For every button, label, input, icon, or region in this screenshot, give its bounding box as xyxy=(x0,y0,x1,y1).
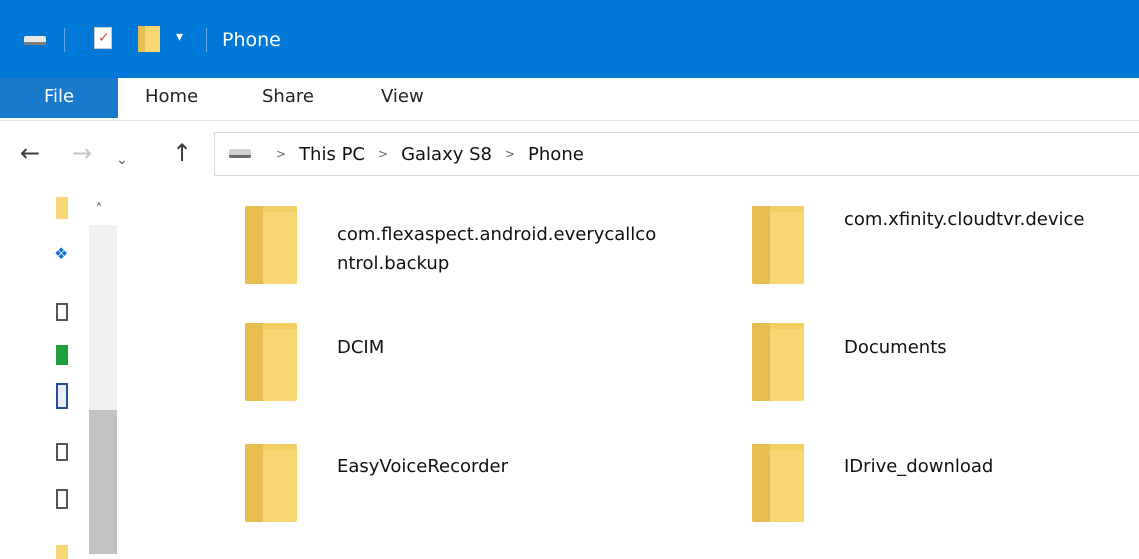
folder-name: com.flexaspect.android.everycallcontrol.… xyxy=(337,224,657,274)
folder-icon[interactable] xyxy=(56,197,68,219)
address-bar[interactable]: > This PC > Galaxy S8 > Phone xyxy=(214,132,1139,176)
list-item[interactable]: com.xfinity.cloudtvr.device xyxy=(752,206,1139,316)
title-bar: ▾ Phone xyxy=(0,0,1139,78)
folder-name: Documents xyxy=(844,337,947,358)
folder-icon xyxy=(245,444,297,522)
up-arrow-icon[interactable]: ↑ xyxy=(172,136,192,170)
image-file-icon[interactable] xyxy=(56,489,68,509)
folder-icon xyxy=(245,323,297,401)
breadcrumb: > This PC > Galaxy S8 > Phone xyxy=(263,133,584,175)
drive-icon[interactable] xyxy=(24,36,46,45)
tab-file[interactable]: File xyxy=(0,78,118,118)
navigation-bar: ← → ⌄ ↑ > This PC > Galaxy S8 > Phone xyxy=(0,121,1139,187)
list-item[interactable]: IDrive_download xyxy=(752,444,1139,554)
folder-icon xyxy=(752,206,804,284)
folder-icon xyxy=(245,206,297,284)
breadcrumb-this-pc[interactable]: This PC xyxy=(299,144,365,165)
folder-icon xyxy=(752,323,804,401)
qat-dropdown-icon[interactable]: ▾ xyxy=(176,27,183,47)
list-item[interactable]: DCIM xyxy=(245,323,725,433)
title-separator xyxy=(206,28,207,52)
qat-separator xyxy=(64,28,65,52)
recent-locations-chevron-icon[interactable]: ⌄ xyxy=(116,143,128,177)
tab-view[interactable]: View xyxy=(381,78,424,118)
dropbox-icon[interactable]: ❖ xyxy=(54,245,68,263)
window-title: Phone xyxy=(222,29,281,51)
drive-icon xyxy=(229,149,251,158)
properties-icon[interactable] xyxy=(94,27,112,49)
list-item[interactable]: Documents xyxy=(752,323,1139,433)
tab-share[interactable]: Share xyxy=(262,78,314,118)
document-icon[interactable] xyxy=(56,303,68,321)
folder-icon xyxy=(752,444,804,522)
folder-name: EasyVoiceRecorder xyxy=(337,456,508,477)
breadcrumb-galaxy-s8[interactable]: Galaxy S8 xyxy=(401,144,492,165)
scroll-up-icon[interactable]: ˄ xyxy=(90,203,108,217)
back-arrow-icon[interactable]: ← xyxy=(20,136,40,170)
folder-icon[interactable] xyxy=(56,545,68,559)
navigation-pane: ❖ ˄ xyxy=(0,187,118,559)
app-icon[interactable] xyxy=(56,345,68,365)
breadcrumb-separator-icon[interactable]: > xyxy=(378,147,388,161)
folder-name: IDrive_download xyxy=(844,456,994,477)
forward-arrow-icon[interactable]: → xyxy=(72,136,92,170)
list-item[interactable]: com.flexaspect.android.everycallcontrol.… xyxy=(245,206,725,316)
ribbon: File Home Share View xyxy=(0,78,1139,121)
list-item[interactable]: EasyVoiceRecorder xyxy=(245,444,725,554)
scrollbar-thumb[interactable] xyxy=(89,410,117,554)
word-document-icon[interactable] xyxy=(56,383,68,409)
folder-name: DCIM xyxy=(337,337,385,358)
breadcrumb-phone[interactable]: Phone xyxy=(528,144,584,165)
image-file-icon[interactable] xyxy=(56,443,68,461)
breadcrumb-separator-icon[interactable]: > xyxy=(505,147,515,161)
tab-home[interactable]: Home xyxy=(145,78,198,118)
breadcrumb-separator-icon[interactable]: > xyxy=(276,147,286,161)
folder-name: com.xfinity.cloudtvr.device xyxy=(844,209,1085,230)
new-folder-icon[interactable] xyxy=(138,26,160,52)
